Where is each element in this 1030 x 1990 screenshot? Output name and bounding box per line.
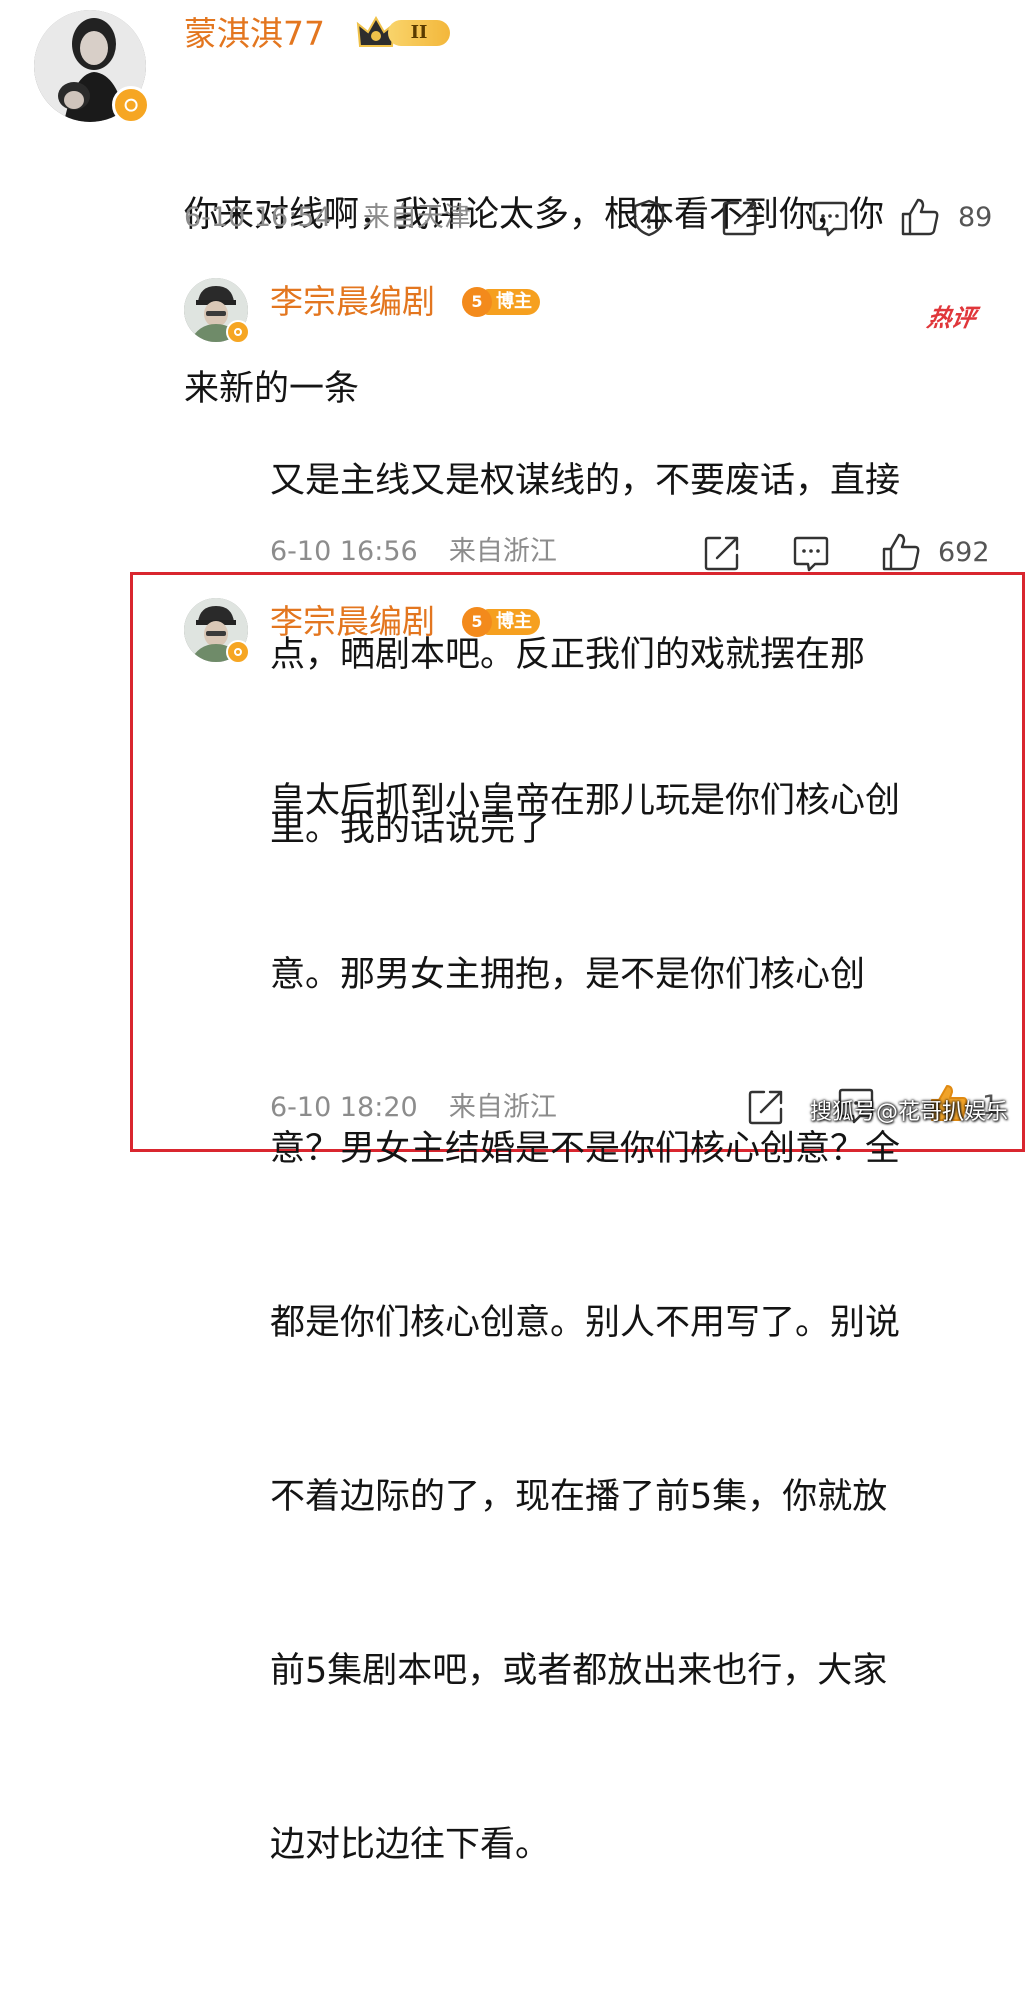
like-count: 89 [958, 202, 993, 233]
comment-meta: 6-10 18:20 来自浙江 [270, 1090, 557, 1126]
avatar[interactable] [184, 598, 250, 664]
username[interactable]: 李宗晨编剧 [270, 282, 435, 322]
share-icon[interactable] [747, 1088, 785, 1126]
text-line: 意？男女主结婚是不是你们核心创意？全 [270, 1129, 901, 1169]
blogger-level: 5 [462, 607, 492, 637]
comment-location: 来自浙江 [448, 536, 557, 567]
blogger-badge: 5 博主 [462, 606, 546, 638]
comment-icon[interactable] [791, 534, 831, 574]
blogger-badge: 5 博主 [462, 286, 546, 318]
avatar[interactable] [34, 10, 150, 124]
text-line: 都是你们核心创意。别人不用写了。别说 [270, 1303, 901, 1343]
comment-date: 6-10 18:20 [270, 1092, 418, 1123]
comment-icon[interactable] [810, 199, 850, 239]
vip-level: II [388, 20, 450, 46]
comment-location: 来自天津 [362, 202, 471, 233]
username[interactable]: 蒙淇淇77 [184, 14, 325, 54]
comment-meta: 6-10 16:54 来自天津 [184, 200, 471, 236]
text-line: 又是主线又是权谋线的，不要废话，直接 [270, 461, 901, 501]
comment-date: 6-10 16:56 [270, 536, 418, 567]
verified-badge-icon [112, 86, 150, 124]
comment-location: 来自浙江 [448, 1092, 557, 1123]
text-line: 前5集剧本吧，或者都放出来也行，大家 [270, 1651, 888, 1691]
avatar[interactable] [184, 278, 250, 344]
comment-text: 皇太后抓到小皇帝在那儿玩是你们核心创 意。那男女主拥抱，是不是你们核心创 意？男… [270, 656, 1010, 1990]
text-line: 皇太后抓到小皇帝在那儿玩是你们核心创 [270, 781, 901, 821]
blogger-level: 5 [462, 287, 492, 317]
watermark: 搜狐号@花哥扒娱乐 [809, 1100, 1008, 1125]
report-icon[interactable] [629, 198, 669, 238]
comment-date: 6-10 16:54 [184, 202, 332, 233]
hot-comment-label: 热评 [925, 304, 979, 332]
text-line: 不着边际的了，现在播了前5集，你就放 [270, 1477, 888, 1517]
share-icon[interactable] [703, 534, 741, 572]
username[interactable]: 李宗晨编剧 [270, 602, 435, 642]
verified-badge-icon [226, 640, 250, 664]
blogger-label: 博主 [484, 289, 540, 315]
like-icon[interactable] [880, 531, 922, 573]
text-line: 边对比边往下看。 [270, 1825, 551, 1865]
like-count: 692 [938, 537, 990, 568]
vip-badge: II [356, 16, 450, 50]
like-icon[interactable] [899, 196, 941, 238]
text-line: 意。那男女主拥抱，是不是你们核心创 [270, 955, 866, 995]
comment-meta: 6-10 16:56 来自浙江 [270, 534, 557, 570]
blogger-label: 博主 [484, 609, 540, 635]
verified-badge-icon [226, 320, 250, 344]
share-icon[interactable] [721, 199, 759, 237]
